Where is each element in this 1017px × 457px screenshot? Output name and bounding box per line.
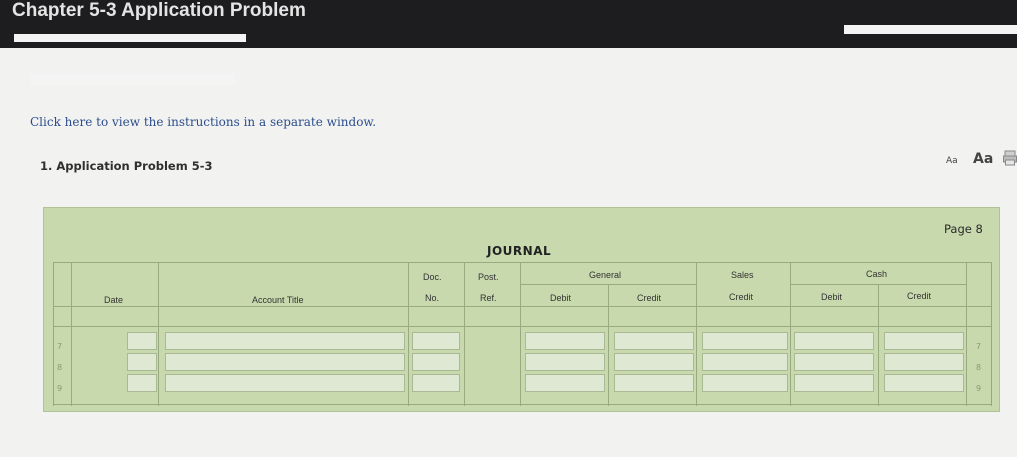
journal-page-label: Page 8	[944, 222, 983, 236]
general-credit-input[interactable]	[614, 353, 694, 371]
column-header-general-credit: Credit	[637, 293, 662, 303]
redacted-bar	[14, 34, 246, 42]
row-number: 9	[976, 384, 982, 393]
cash-debit-input[interactable]	[794, 374, 874, 392]
general-debit-input[interactable]	[525, 353, 605, 371]
column-header-cash: Cash	[866, 269, 888, 279]
column-header-sales: Sales	[731, 270, 754, 280]
column-header-post-ref: Ref.	[480, 293, 497, 303]
column-header-doc-no: No.	[425, 293, 440, 303]
column-header-cash-debit: Debit	[821, 292, 843, 302]
row-number: 7	[976, 342, 982, 351]
general-debit-input[interactable]	[525, 374, 605, 392]
row-number: 9	[57, 384, 63, 393]
top-bar: Chapter 5-3 Application Problem	[0, 0, 1017, 48]
redacted-bar	[30, 73, 235, 85]
doc-no-input[interactable]	[412, 332, 460, 350]
grid-line	[53, 306, 992, 307]
column-header-account-title: Account Title	[252, 295, 304, 305]
grid-line	[71, 262, 72, 406]
row-number: 7	[57, 342, 63, 351]
column-header-date: Date	[104, 295, 124, 305]
date-input[interactable]	[127, 374, 157, 392]
account-title-input[interactable]	[165, 353, 405, 371]
cash-credit-input[interactable]	[884, 332, 964, 350]
problem-heading: 1. Application Problem 5-3	[40, 159, 213, 173]
grid-line	[966, 262, 967, 406]
increase-font-button[interactable]: Aa	[973, 151, 993, 167]
account-title-input[interactable]	[165, 332, 405, 350]
general-credit-input[interactable]	[614, 332, 694, 350]
column-header-doc: Doc.	[423, 272, 442, 282]
grid-line	[608, 284, 609, 406]
row-number: 8	[976, 363, 982, 372]
grid-line	[878, 284, 879, 406]
cash-debit-input[interactable]	[794, 353, 874, 371]
page-title: Chapter 5-3 Application Problem	[12, 0, 306, 21]
date-input[interactable]	[127, 353, 157, 371]
general-debit-input[interactable]	[525, 332, 605, 350]
general-credit-input[interactable]	[614, 374, 694, 392]
grid-line	[464, 262, 465, 406]
grid-line	[53, 262, 992, 263]
account-title-input[interactable]	[165, 374, 405, 392]
cash-credit-input[interactable]	[884, 353, 964, 371]
grid-line	[790, 262, 791, 406]
cash-credit-input[interactable]	[884, 374, 964, 392]
column-header-cash-credit: Credit	[907, 291, 932, 301]
journal-title: JOURNAL	[487, 244, 552, 258]
grid-line	[53, 404, 992, 405]
column-header-general: General	[589, 270, 622, 280]
date-input[interactable]	[127, 332, 157, 350]
print-icon[interactable]	[1003, 150, 1017, 166]
column-header-sales-credit: Credit	[729, 292, 754, 302]
column-header-general-debit: Debit	[550, 293, 572, 303]
sales-credit-input[interactable]	[702, 374, 788, 392]
grid-line	[408, 262, 409, 406]
column-header-post: Post.	[478, 272, 499, 282]
row-number: 8	[57, 363, 63, 372]
grid-line	[158, 262, 159, 406]
grid-line	[53, 326, 992, 327]
doc-no-input[interactable]	[412, 374, 460, 392]
grid-line	[696, 262, 697, 406]
grid-line	[520, 262, 521, 406]
sales-credit-input[interactable]	[702, 353, 788, 371]
cash-debit-input[interactable]	[794, 332, 874, 350]
redacted-bar	[844, 25, 1017, 34]
decrease-font-button[interactable]: Aa	[946, 156, 958, 166]
instructions-link[interactable]: Click here to view the instructions in a…	[30, 115, 376, 129]
sales-credit-input[interactable]	[702, 332, 788, 350]
doc-no-input[interactable]	[412, 353, 460, 371]
